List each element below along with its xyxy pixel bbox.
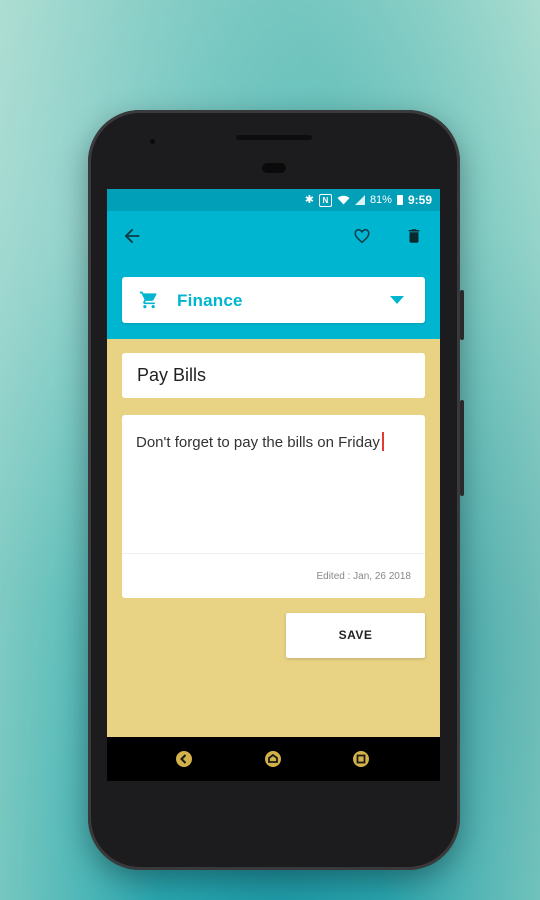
clock: 9:59 bbox=[407, 193, 432, 207]
system-nav-bar bbox=[107, 737, 440, 781]
note-body-input[interactable]: Don't forget to pay the bills on Friday bbox=[136, 432, 416, 453]
battery-icon bbox=[396, 195, 403, 205]
wifi-icon bbox=[337, 195, 350, 205]
category-dropdown[interactable]: Finance bbox=[122, 277, 425, 323]
app-screen: ✱ N 81% 9:59 Finance Pay Bills Don't for… bbox=[107, 189, 440, 737]
battery-percent: 81% bbox=[369, 194, 392, 206]
save-button[interactable]: SAVE bbox=[286, 613, 425, 658]
note-divider bbox=[122, 553, 425, 554]
volume-button bbox=[460, 400, 464, 496]
text-cursor bbox=[381, 432, 384, 451]
shopping-cart-icon bbox=[139, 291, 157, 309]
note-body-text: Don't forget to pay the bills on Friday bbox=[136, 434, 380, 451]
note-body-card[interactable]: Don't forget to pay the bills on Friday … bbox=[122, 415, 425, 598]
heart-outline-icon[interactable] bbox=[353, 227, 371, 245]
triangle-down-icon bbox=[390, 296, 404, 304]
power-button bbox=[460, 290, 464, 340]
status-bar: ✱ N 81% 9:59 bbox=[107, 189, 440, 211]
nav-recent-apps-icon[interactable] bbox=[352, 750, 370, 768]
front-camera bbox=[150, 139, 155, 144]
signal-icon bbox=[354, 195, 365, 205]
nfc-icon: N bbox=[318, 193, 332, 207]
nav-home-icon[interactable] bbox=[264, 750, 282, 768]
phone-earpiece bbox=[236, 135, 312, 140]
edited-timestamp: Edited : Jan, 26 2018 bbox=[316, 571, 411, 582]
note-title-input[interactable]: Pay Bills bbox=[122, 353, 425, 398]
phone-sensor bbox=[262, 163, 286, 173]
arrow-back-icon[interactable] bbox=[121, 225, 143, 247]
nav-back-icon[interactable] bbox=[175, 750, 193, 768]
bluetooth-icon: ✱ bbox=[304, 193, 314, 206]
category-selected-value: Finance bbox=[177, 291, 243, 310]
app-bar: Finance bbox=[107, 211, 440, 339]
trash-icon[interactable] bbox=[405, 226, 423, 246]
